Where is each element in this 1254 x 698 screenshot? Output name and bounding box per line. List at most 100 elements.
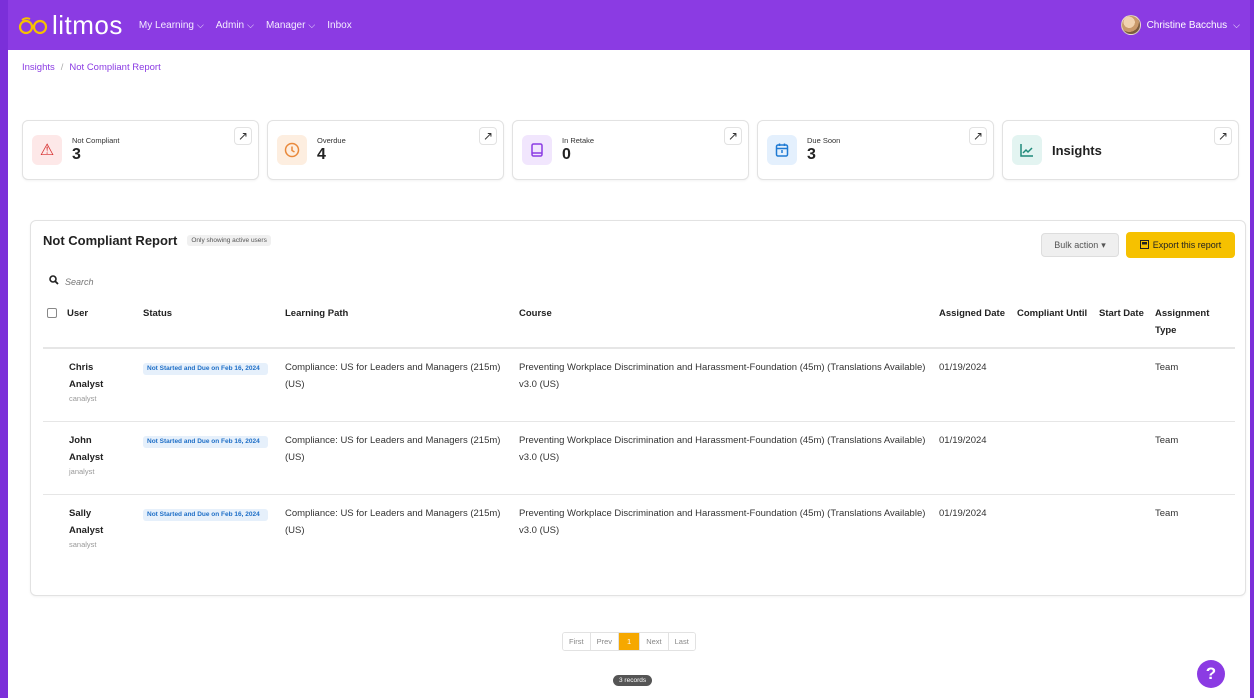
user-cell[interactable]: Chris Analyst canalyst [43, 348, 139, 421]
user-cell[interactable]: John Analyst janalyst [43, 421, 139, 494]
open-arrow-icon[interactable]: ↗ [969, 127, 987, 145]
chevron-down-icon: ⌵ [247, 19, 254, 30]
breadcrumb-separator: / [60, 62, 64, 73]
report-table: User Status Learning Path Course Assigne… [43, 301, 1235, 567]
logo[interactable]: litmos [18, 12, 123, 38]
chevron-down-icon: ⌵ [1233, 19, 1240, 30]
card-value: 4 [317, 146, 326, 163]
warning-icon: ⚠ [32, 135, 62, 165]
status-cell: Not Started and Due on Feb 16, 2024 [139, 348, 281, 421]
help-button[interactable]: ? [1197, 660, 1225, 688]
card-label: Due Soon [807, 136, 841, 145]
status-badge: Not Started and Due on Feb 16, 2024 [143, 508, 268, 521]
card-in-retake[interactable]: In Retake 0 ↗ [512, 120, 749, 180]
nav-item-admin[interactable]: Admin ⌵ [216, 20, 254, 31]
app-frame: litmos My Learning ⌵ Admin ⌵ Manager ⌵ I… [0, 0, 1254, 698]
breadcrumb-insights[interactable]: Insights [22, 62, 55, 73]
open-arrow-icon[interactable]: ↗ [724, 127, 742, 145]
select-all-checkbox[interactable] [47, 308, 57, 319]
user-last-name: Analyst [69, 451, 104, 463]
start-date-cell [1095, 421, 1151, 494]
assignment-type-cell: Team [1155, 434, 1179, 446]
column-header-user[interactable]: User [43, 301, 139, 348]
avatar [1120, 15, 1141, 35]
logo-glasses-icon [18, 17, 48, 35]
stat-cards: ⚠ Not Compliant 3 ↗ Overdue 4 ↗ In Retak… [22, 120, 1239, 180]
course-cell: Preventing Workplace Discrimination and … [519, 507, 926, 536]
card-overdue[interactable]: Overdue 4 ↗ [267, 120, 504, 180]
nav-item-my-learning[interactable]: My Learning ⌵ [139, 20, 204, 31]
card-insights[interactable]: Insights ↗ [1002, 120, 1239, 180]
open-arrow-icon[interactable]: ↗ [234, 127, 252, 145]
nav-item-label: Manager [265, 19, 306, 31]
page-prev-button[interactable]: Prev [590, 633, 620, 650]
page-current-button[interactable]: 1 [619, 633, 641, 650]
card-due-soon[interactable]: Due Soon 3 ↗ [757, 120, 994, 180]
user-handle: canalyst [69, 394, 97, 403]
clock-icon [277, 135, 307, 165]
user-first-name: Sally [69, 507, 92, 519]
nav-item-label: Admin [215, 19, 245, 31]
open-arrow-icon[interactable]: ↗ [1214, 127, 1232, 145]
top-nav: litmos My Learning ⌵ Admin ⌵ Manager ⌵ I… [8, 0, 1250, 50]
assigned-date-cell: 01/19/2024 [939, 434, 987, 446]
column-header-compliant-until[interactable]: Compliant Until [1013, 301, 1095, 348]
card-label: In Retake [562, 136, 595, 145]
assigned-date-cell: 01/19/2024 [939, 507, 987, 519]
page-last-button[interactable]: Last [668, 633, 695, 650]
user-cell[interactable]: Sally Analyst sanalyst [43, 494, 139, 567]
column-header-status[interactable]: Status [139, 301, 281, 348]
nav-menu: My Learning ⌵ Admin ⌵ Manager ⌵ Inbox [139, 20, 352, 31]
status-cell: Not Started and Due on Feb 16, 2024 [139, 421, 281, 494]
table-row[interactable]: Sally Analyst sanalyst Not Started and D… [43, 494, 1235, 567]
book-icon [522, 135, 552, 165]
search-input[interactable] [65, 276, 265, 287]
user-handle: sanalyst [69, 539, 97, 549]
card-label: Not Compliant [72, 136, 120, 145]
report-header: Not Compliant Report Only showing active… [43, 233, 271, 248]
user-first-name: Chris [69, 362, 94, 373]
assignment-type-cell: Team [1155, 507, 1179, 519]
trend-icon [1012, 135, 1042, 165]
column-header-assignment-type[interactable]: Assignment Type [1151, 301, 1235, 348]
column-header-course[interactable]: Course [515, 301, 935, 348]
course-cell: Preventing Workplace Discrimination and … [519, 362, 926, 390]
nav-item-manager[interactable]: Manager ⌵ [266, 20, 315, 31]
column-header-start-date[interactable]: Start Date [1095, 301, 1151, 348]
question-mark-icon: ? [1205, 664, 1217, 683]
table-row[interactable]: John Analyst janalyst Not Started and Du… [43, 421, 1235, 494]
assigned-date-cell: 01/19/2024 [939, 362, 987, 373]
export-report-button[interactable]: Export this report [1126, 232, 1235, 258]
card-label: Overdue [317, 136, 346, 145]
open-arrow-icon[interactable]: ↗ [479, 127, 497, 145]
breadcrumb-current[interactable]: Not Compliant Report [69, 62, 160, 73]
card-value: 0 [562, 146, 571, 163]
bulk-action-label: Bulk action [1054, 240, 1099, 250]
user-first-name: John [69, 434, 92, 446]
logo-text: litmos [52, 10, 123, 40]
report-title: Not Compliant Report [43, 233, 178, 248]
breadcrumb: Insights / Not Compliant Report [22, 62, 161, 73]
report-panel: Not Compliant Report Only showing active… [30, 220, 1246, 596]
pagination: First Prev 1 Next Last [562, 632, 696, 651]
bulk-action-button[interactable]: Bulk action ▾ [1041, 233, 1119, 257]
assignment-type-cell: Team [1155, 362, 1179, 373]
caret-down-icon: ▾ [1101, 239, 1106, 250]
course-cell: Preventing Workplace Discrimination and … [519, 434, 926, 463]
start-date-cell [1095, 348, 1151, 421]
column-header-learning-path[interactable]: Learning Path [281, 301, 515, 348]
page-next-button[interactable]: Next [640, 633, 669, 650]
nav-item-inbox[interactable]: Inbox [327, 20, 351, 31]
column-header-assigned-date[interactable]: Assigned Date [935, 301, 1013, 348]
user-menu[interactable]: Christine Bacchus ⌵ [1120, 15, 1240, 35]
chevron-down-icon: ⌵ [308, 19, 316, 30]
table-row[interactable]: Chris Analyst canalyst Not Started and D… [43, 348, 1235, 421]
user-last-name: Analyst [69, 524, 104, 536]
search-icon [49, 275, 59, 288]
card-not-compliant[interactable]: ⚠ Not Compliant 3 ↗ [22, 120, 259, 180]
nav-item-label: My Learning [138, 19, 194, 31]
page-first-button[interactable]: First [563, 633, 591, 650]
chevron-down-icon: ⌵ [196, 19, 204, 30]
compliant-until-cell [1013, 348, 1095, 421]
user-handle: janalyst [69, 466, 95, 476]
